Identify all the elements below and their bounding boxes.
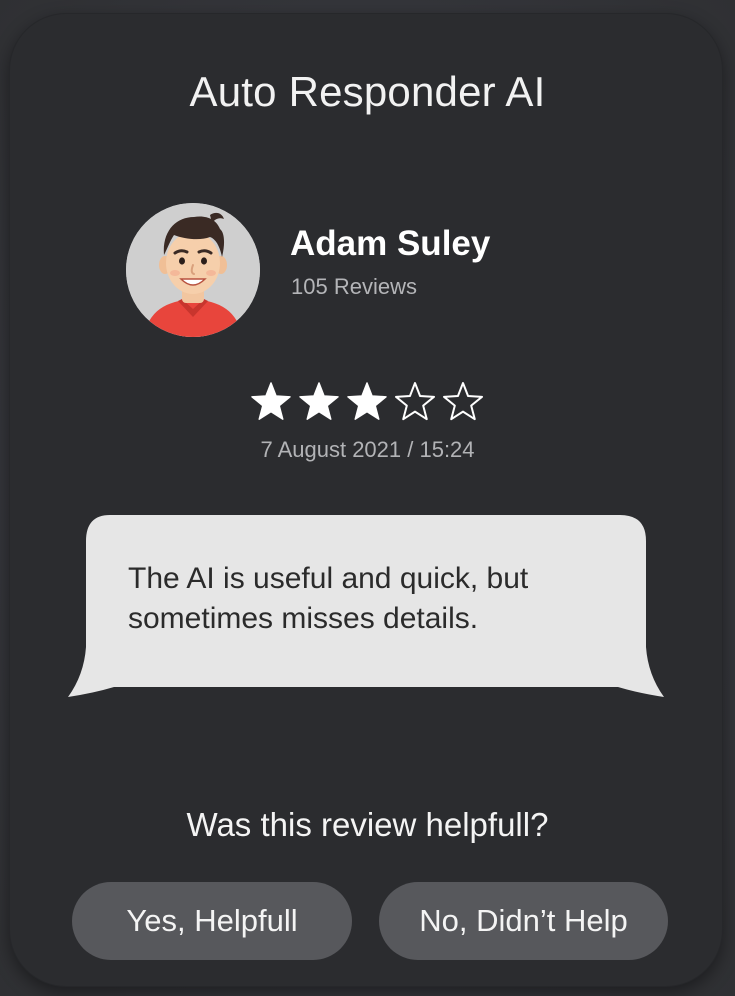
screen: Auto Responder AI Adam Suley 105 Reviews… [0, 0, 735, 996]
reviewer-review-count: 105 Reviews [291, 274, 417, 299]
review-date: 7 August 2021 / 15:24 [260, 437, 475, 462]
star-outline-icon [442, 382, 484, 421]
star-rating-graphic [251, 382, 484, 421]
review-bubble: The AI is useful and quick, but sometime… [66, 515, 666, 700]
review-text: The AI is useful and quick, but sometime… [128, 562, 529, 635]
page-title: Auto Responder AI [189, 68, 546, 115]
star-filled-icon [299, 382, 339, 420]
reviewer-name: Adam Suley [290, 224, 491, 263]
star-filled-icon [251, 382, 291, 420]
yes-helpful-button[interactable]: Yes, Helpfull [72, 882, 352, 960]
star-outline-icon [394, 382, 436, 421]
helpful-question: Was this review helpfull? [186, 806, 549, 843]
not-helpful-button[interactable]: No, Didn’t Help [379, 882, 668, 960]
star-filled-icon [347, 382, 387, 420]
avatar [126, 203, 260, 337]
star-rating [248, 380, 488, 424]
avatar-illustration [126, 203, 260, 337]
